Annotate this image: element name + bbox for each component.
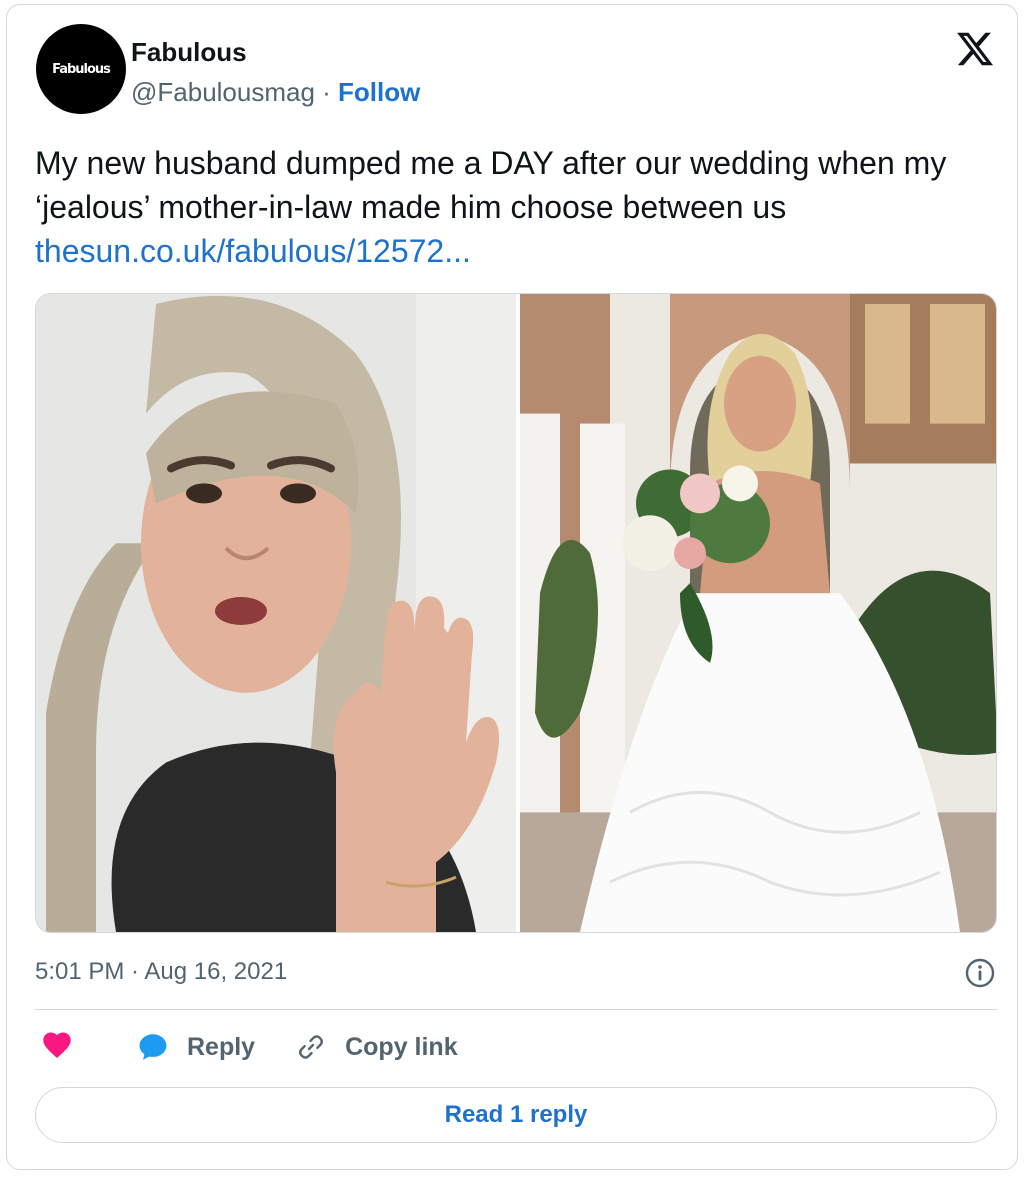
copy-link-button[interactable]: Copy link bbox=[293, 1029, 458, 1065]
copy-link-label: Copy link bbox=[345, 1032, 458, 1061]
heart-icon bbox=[40, 1028, 74, 1067]
author-handle-row: @Fabulousmag · Follow bbox=[131, 77, 420, 108]
avatar-logo-text: Fabulous bbox=[52, 61, 111, 77]
tweet-actions: Reply Copy link bbox=[37, 1027, 496, 1067]
tweet-timestamp[interactable]: 5:01 PM · Aug 16, 2021 bbox=[35, 958, 287, 986]
reply-label: Reply bbox=[187, 1032, 256, 1061]
like-button[interactable] bbox=[37, 1027, 77, 1067]
link-icon bbox=[293, 1029, 329, 1065]
tweet-link[interactable]: thesun.co.uk/fabulous/12572... bbox=[35, 233, 471, 269]
follow-button[interactable]: Follow bbox=[338, 77, 420, 107]
bride-with-bouquet-photo[interactable] bbox=[520, 294, 996, 932]
author-display-name[interactable]: Fabulous bbox=[131, 37, 247, 68]
handle-separator: · bbox=[314, 77, 339, 107]
tweet-card: Fabulous Fabulous @Fabulousmag · Follow … bbox=[6, 4, 1018, 1170]
reply-button[interactable]: Reply bbox=[135, 1029, 255, 1065]
info-icon[interactable] bbox=[963, 956, 997, 990]
tweet-body-text: My new husband dumped me a DAY after our… bbox=[35, 145, 947, 225]
woman-waving-photo[interactable] bbox=[36, 294, 516, 932]
tweet-text: My new husband dumped me a DAY after our… bbox=[35, 141, 995, 273]
author-avatar[interactable]: Fabulous bbox=[36, 24, 126, 114]
tweet-media[interactable] bbox=[35, 293, 997, 933]
author-handle[interactable]: @Fabulousmag bbox=[131, 77, 315, 107]
read-replies-label: Read 1 reply bbox=[444, 1101, 588, 1128]
read-replies-button[interactable]: Read 1 reply bbox=[35, 1087, 997, 1143]
speech-bubble-icon bbox=[135, 1029, 171, 1065]
x-logo-icon[interactable] bbox=[953, 29, 997, 69]
action-divider bbox=[35, 1009, 997, 1010]
